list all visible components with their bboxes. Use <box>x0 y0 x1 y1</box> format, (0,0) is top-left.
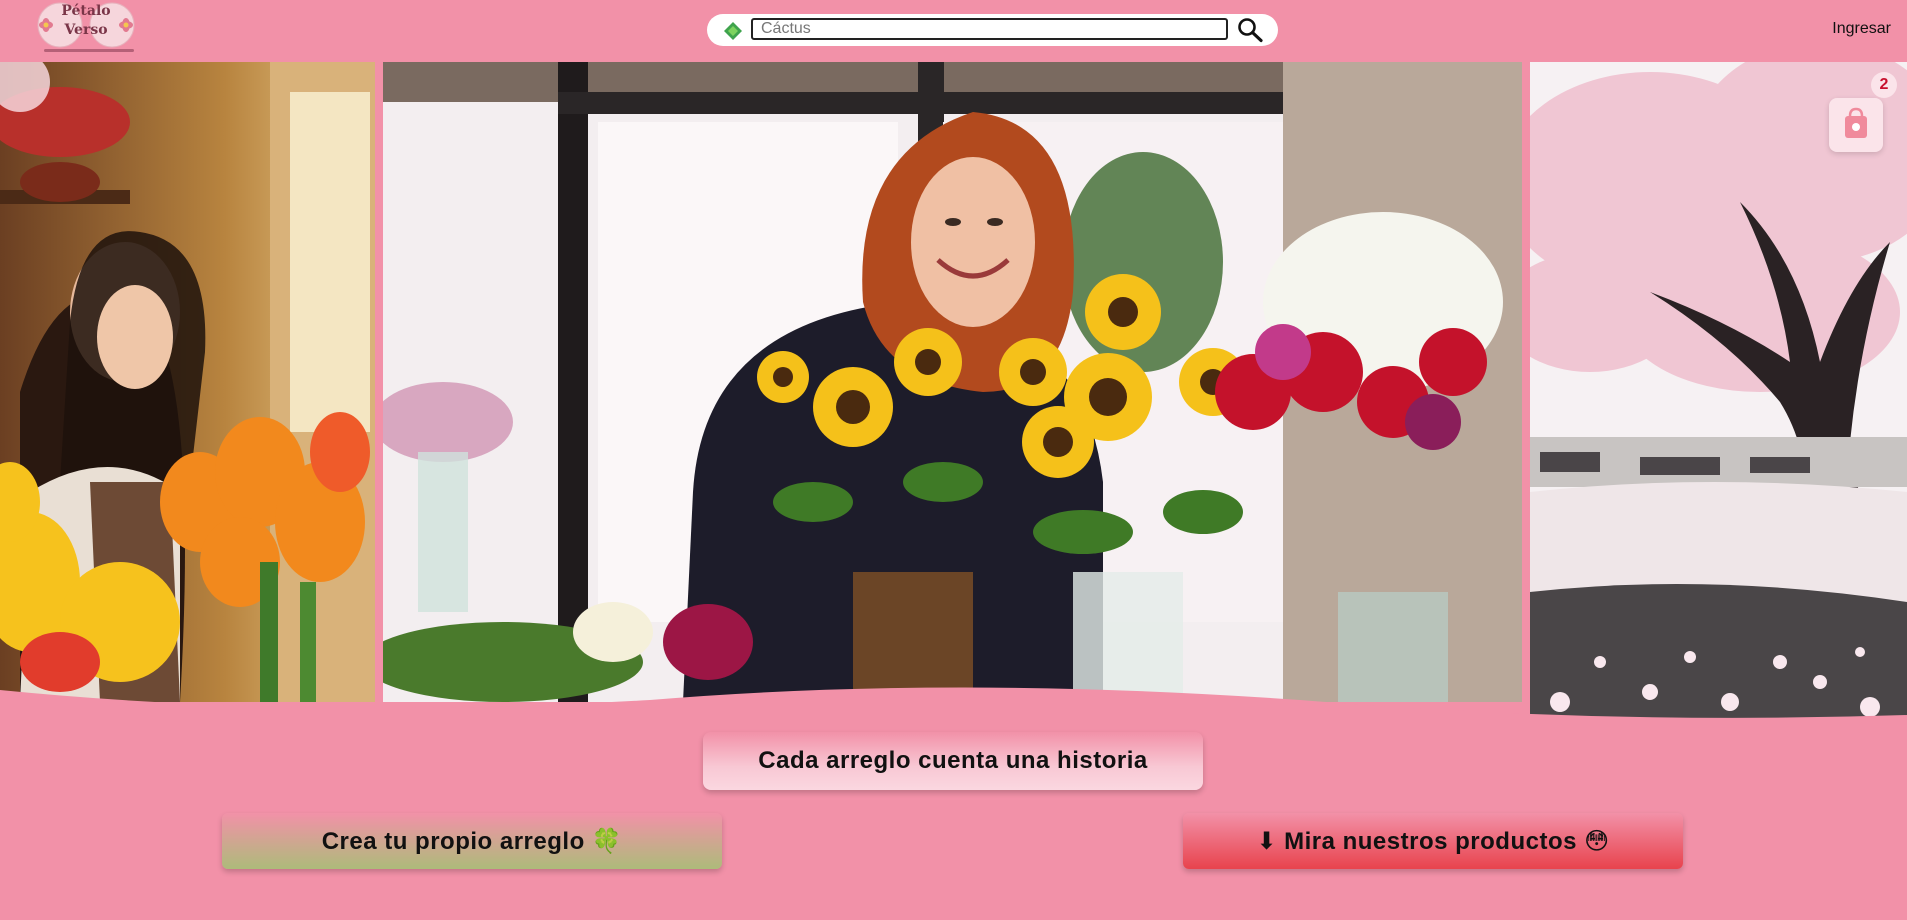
view-products-label: Mira nuestros productos <box>1284 828 1577 855</box>
view-products-button[interactable]: ⬇ Mira nuestros productos 😳 <box>1183 813 1683 869</box>
hero-image-tulips <box>0 62 375 702</box>
create-arrangement-button[interactable]: Crea tu propio arreglo 🍀 <box>222 813 722 869</box>
hero-tagline: Cada arreglo cuenta una historia <box>703 732 1203 790</box>
hero-image-sunflowers <box>383 62 1522 702</box>
brand-name-line2: Verso <box>64 22 108 38</box>
clover-icon: 🍀 <box>591 827 623 855</box>
search-icon[interactable] <box>1236 17 1264 43</box>
shopping-bag-icon <box>1845 107 1867 138</box>
hero-wave <box>0 687 1907 740</box>
cactus-leaf-icon <box>724 22 742 40</box>
flushed-face-icon: 😳 <box>1584 827 1610 855</box>
brand-tagline-line <box>44 49 134 52</box>
create-arrangement-label: Crea tu propio arreglo <box>321 828 585 855</box>
header: Pétalo Verso Ingresar <box>0 0 1907 62</box>
hero-image-cherry-blossom <box>1530 62 1907 722</box>
cart-count-badge: 2 <box>1871 72 1897 98</box>
search-input[interactable] <box>751 18 1228 40</box>
login-link[interactable]: Ingresar <box>1832 20 1891 38</box>
search-bar <box>707 14 1278 46</box>
brand-name-line1: Pétalo <box>61 3 111 19</box>
brand-logo[interactable]: Pétalo Verso <box>26 0 146 58</box>
cart-button[interactable] <box>1829 98 1883 152</box>
arrow-down-icon: ⬇ <box>1256 827 1277 855</box>
brand-name: Pétalo Verso <box>26 2 146 40</box>
